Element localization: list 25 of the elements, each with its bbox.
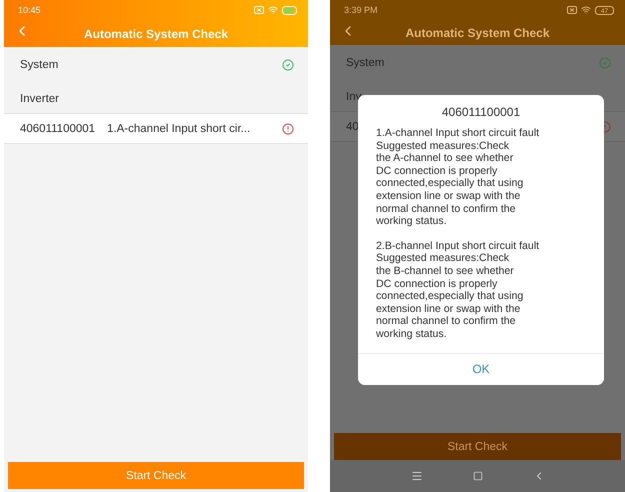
- fault-message: 1.A-channel Input short cir...: [107, 122, 252, 134]
- screen-title: Automatic System Check: [84, 26, 228, 40]
- section-label: Inverter: [20, 92, 59, 104]
- wifi-icon: [581, 5, 591, 15]
- sim-icon: [567, 6, 577, 14]
- fault-code: 40: [346, 120, 359, 132]
- home-icon[interactable]: [472, 471, 482, 481]
- status-time: 10:45: [18, 5, 41, 15]
- menu-icon[interactable]: [410, 470, 422, 482]
- dialog-title: 406011100001: [440, 104, 522, 121]
- start-check-button[interactable]: Start Check: [8, 462, 304, 489]
- start-check-button[interactable]: Start Check: [334, 433, 621, 460]
- row-label: System: [20, 59, 58, 71]
- screen-title: Automatic System Check: [405, 26, 550, 40]
- fault-code: 406011100001: [20, 122, 96, 134]
- status-time: 3:39 PM: [344, 5, 378, 15]
- row-label: System: [346, 57, 384, 69]
- fault-row[interactable]: 406011100001 1.A-channel Input short cir...: [4, 114, 308, 144]
- dialog-paragraph: 2.B-channel Input short circuit fault Suggested measures:Check the B-channel to see whether DC connection is properly connected,especially that using extension line or swap with the normal channel to confirm the working status.: [376, 240, 540, 340]
- ok-button[interactable]: OK: [358, 352, 604, 384]
- battery-icon: [282, 6, 298, 14]
- sim-icon: [254, 6, 264, 14]
- wifi-icon: [268, 5, 278, 15]
- section-label: Inv: [346, 90, 362, 102]
- dialog-paragraph: 1.A-channel Input short circuit fault Suggested measures:Check the A-channel to see whether DC connection is properly connected,especially that using extension line or swap with the normal channel to confirm the working status.: [376, 127, 540, 228]
